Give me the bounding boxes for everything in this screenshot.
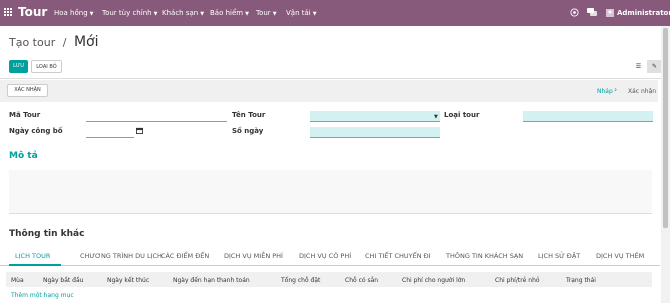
- so-ngay-field[interactable]: [310, 127, 440, 138]
- thong-tin-khac-heading: Thông tin khác: [9, 229, 85, 239]
- stage-draft[interactable]: Nháp: [597, 88, 613, 95]
- ten-tour-field[interactable]: [310, 111, 440, 122]
- tab-chuong-trinh-du-lich[interactable]: CHƯƠNG TRÌNH DU LỊCH: [80, 252, 162, 260]
- tab-lich-tour[interactable]: LỊCH TOUR: [15, 252, 50, 260]
- caret-down-icon: ▼: [89, 11, 94, 17]
- active-tab-indicator: [9, 264, 61, 266]
- chevron-right-icon: ›: [614, 85, 618, 94]
- menu-tour[interactable]: Tour ▼: [256, 9, 277, 17]
- menu-label: Hoa hồng: [54, 9, 88, 17]
- ma-tour-label: Mã Tour: [9, 111, 41, 119]
- add-line-link[interactable]: Thêm một hạng mục: [11, 292, 74, 299]
- discard-button[interactable]: LOẠI BỎ: [31, 60, 62, 73]
- menu-label: Bảo hiểm: [210, 9, 244, 17]
- save-button[interactable]: LƯU: [9, 60, 28, 73]
- stage-confirmed[interactable]: Xác nhận: [628, 88, 656, 95]
- table-header: [6, 272, 652, 287]
- column-header[interactable]: Ngày bắt đầu: [43, 277, 83, 284]
- page-title: Mới: [73, 34, 99, 50]
- column-header[interactable]: Chi phí cho người lớn: [402, 277, 465, 284]
- tab-dich-vu-mien-phi[interactable]: DỊCH VỤ MIỄN PHÍ: [224, 252, 283, 260]
- caret-down-icon: ▼: [153, 11, 158, 17]
- column-header[interactable]: Ngày đến hạn thanh toán: [173, 277, 250, 284]
- so-ngay-label: Số ngày: [232, 127, 264, 135]
- menu-khach-san[interactable]: Khách sạn ▼: [162, 9, 204, 17]
- apps-grid-icon[interactable]: [4, 8, 13, 17]
- caret-down-icon: ▼: [272, 11, 277, 17]
- scrollbar[interactable]: [661, 26, 670, 303]
- user-avatar-icon[interactable]: [606, 9, 614, 19]
- edit-icon[interactable]: ✎: [647, 60, 662, 73]
- column-header[interactable]: Chỗ có sẵn: [345, 277, 378, 284]
- ma-tour-field[interactable]: [86, 111, 227, 122]
- breadcrumb: Tạo tour / Mới: [9, 34, 99, 50]
- menu-label: Tour tùy chỉnh: [102, 9, 152, 17]
- menu-tour-tuy-chinh[interactable]: Tour tùy chỉnh ▼: [102, 9, 157, 17]
- breadcrumb-separator: /: [62, 36, 67, 49]
- caret-down-icon: ▼: [245, 11, 249, 17]
- user-menu[interactable]: Administrator: [617, 9, 670, 17]
- breadcrumb-parent[interactable]: Tạo tour: [9, 36, 55, 49]
- app-brand[interactable]: Tour: [18, 5, 47, 19]
- ten-tour-label: Tên Tour: [232, 111, 266, 119]
- dropdown-arrow-icon[interactable]: ▼: [434, 114, 438, 120]
- tab-thong-tin-khach-san[interactable]: THÔNG TIN KHÁCH SẠN: [446, 252, 523, 260]
- column-header[interactable]: Ngày kết thúc: [107, 277, 149, 284]
- ngay-cong-bo-label: Ngày công bố: [9, 127, 63, 135]
- calendar-icon[interactable]: [136, 127, 143, 136]
- status-bar: [0, 80, 658, 102]
- tab-dich-vu-co-phi[interactable]: DỊCH VỤ CÓ PHÍ: [299, 252, 351, 260]
- tab-cac-diem-den[interactable]: CÁC ĐIỂM ĐẾN: [161, 252, 209, 260]
- menu-label: Khách sạn: [162, 9, 199, 17]
- column-header[interactable]: Tổng chỗ đặt: [281, 277, 320, 284]
- menu-van-tai[interactable]: Vận tải ▼: [286, 9, 317, 17]
- menu-label: Vận tải: [286, 9, 311, 17]
- ngay-cong-bo-field[interactable]: [86, 127, 134, 138]
- description-textarea[interactable]: [9, 170, 652, 214]
- tab-lich-su-dat[interactable]: LỊCH SỬ ĐẶT: [538, 252, 580, 260]
- column-header[interactable]: Mùa: [11, 277, 24, 284]
- tab-dich-vu-them[interactable]: DỊCH VỤ THÊM: [596, 252, 644, 260]
- chat-icon[interactable]: [587, 8, 597, 19]
- column-header[interactable]: Trạng thái: [566, 277, 596, 284]
- menu-label: Tour: [256, 9, 271, 17]
- caret-down-icon: ▼: [200, 11, 205, 17]
- list-icon[interactable]: ☰: [631, 60, 646, 73]
- help-icon[interactable]: [570, 8, 579, 19]
- divider: [0, 78, 670, 79]
- top-navbar: Tour Hoa hồng ▼ Tour tùy chỉnh ▼ Khách sạn…: [0, 0, 670, 26]
- view-switcher: ☰ ✎: [631, 60, 663, 73]
- scrollbar-thumb[interactable]: [663, 28, 668, 228]
- menu-hoa-hong[interactable]: Hoa hồng ▼: [54, 9, 94, 17]
- menu-bao-hiem[interactable]: Bảo hiểm ▼: [210, 9, 249, 17]
- column-header[interactable]: Chi phí/trẻ nhỏ: [495, 277, 540, 284]
- confirm-button[interactable]: XÁC NHẬN: [7, 84, 48, 97]
- mo-ta-heading: Mô tả: [9, 151, 38, 161]
- loai-tour-field[interactable]: [523, 111, 653, 122]
- tab-chi-tiet-chuyen-di[interactable]: CHI TIẾT CHUYẾN ĐI: [365, 252, 431, 260]
- caret-down-icon: ▼: [312, 11, 317, 17]
- loai-tour-label: Loại tour: [444, 111, 480, 119]
